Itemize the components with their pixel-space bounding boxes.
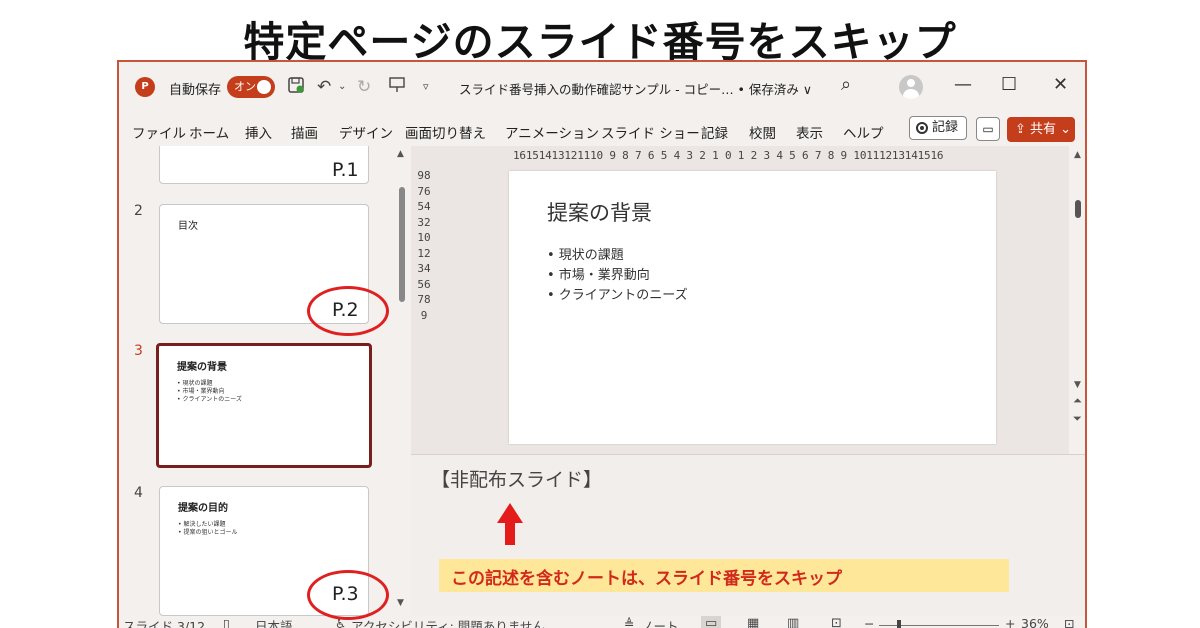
zoom-slider-handle[interactable] bbox=[897, 620, 901, 628]
avatar[interactable] bbox=[899, 75, 923, 99]
zoom-out-icon[interactable]: − bbox=[864, 616, 874, 628]
previous-slide-icon[interactable]: ⏶ bbox=[1073, 394, 1082, 408]
normal-view-icon[interactable]: ▭ bbox=[701, 616, 722, 628]
redo-icon[interactable]: ↻ bbox=[357, 76, 371, 98]
thumbnail-slide-1[interactable]: P.1 bbox=[159, 146, 369, 184]
annotation-callout: この記述を含むノートは、スライド番号をスキップ bbox=[439, 559, 1009, 592]
editor-scroll-down-icon[interactable]: ▼ bbox=[1074, 380, 1081, 390]
slide-bullet[interactable]: • 現状の課題 bbox=[547, 244, 624, 263]
slide-thumbnail-pane: P.1 2 目次 P.2 3 提案の背景 • 現状の課題 • 市場・業界動向 •… bbox=[119, 146, 411, 628]
tab-slideshow[interactable]: スライド ショー bbox=[601, 122, 700, 142]
current-slide[interactable]: 提案の背景 • 現状の課題 • 市場・業界動向 • クライアントのニーズ bbox=[509, 171, 996, 444]
slide-editor: 16151413121110 9 8 7 6 5 4 3 2 1 0 1 2 3… bbox=[411, 146, 1069, 454]
document-title[interactable]: スライド番号挿入の動作確認サンプル - コピー… • 保存済み ∨ bbox=[459, 79, 812, 98]
undo-icon[interactable]: ↶ bbox=[317, 76, 331, 98]
slide-bullet[interactable]: • クライアントのニーズ bbox=[547, 284, 688, 303]
slide-number-2: 2 bbox=[134, 203, 143, 219]
present-icon[interactable] bbox=[389, 76, 405, 100]
tab-design[interactable]: デザイン bbox=[339, 122, 393, 142]
slide-sorter-icon[interactable]: ▦ bbox=[747, 616, 759, 628]
title-bar: P 自動保存 オン ↶ ⌄ ↻ ▿ スライド番号挿入の動作確認サンプル - コピ… bbox=[119, 62, 1085, 112]
search-icon[interactable]: ⌕ bbox=[841, 74, 851, 95]
tab-review[interactable]: 校閲 bbox=[749, 122, 776, 142]
share-button-label: 共有 ⌄ bbox=[1030, 122, 1072, 137]
zoom-in-icon[interactable]: + bbox=[1005, 616, 1015, 628]
notes-toggle-button[interactable]: ノート bbox=[641, 616, 679, 628]
thumbnail-title: 提案の目的 bbox=[178, 503, 228, 514]
banner-title: 特定ページのスライド番号をスキップ bbox=[243, 18, 957, 66]
thumbnail-title: 提案の背景 bbox=[177, 362, 227, 373]
tab-record[interactable]: 記録 bbox=[701, 122, 728, 142]
powerpoint-app-icon: P bbox=[135, 77, 155, 97]
notes-icon: ≜ bbox=[624, 616, 635, 628]
next-slide-icon[interactable]: ⏷ bbox=[1073, 412, 1082, 426]
thumbnail-slide-3[interactable]: 提案の背景 • 現状の課題 • 市場・業界動向 • クライアントのニーズ bbox=[156, 343, 372, 468]
close-button[interactable]: ✕ bbox=[1053, 74, 1068, 95]
record-button-label: 記録 bbox=[932, 120, 959, 135]
tab-home[interactable]: ホーム bbox=[189, 122, 229, 142]
accessibility-icon: ♿ bbox=[335, 616, 347, 628]
save-icon[interactable] bbox=[287, 76, 305, 100]
slide-bullet[interactable]: • 市場・業界動向 bbox=[547, 264, 650, 283]
slide-counter: スライド 3/12 bbox=[123, 619, 206, 628]
thumbnail-pane-scrollbar[interactable] bbox=[399, 187, 405, 302]
minimize-button[interactable]: — bbox=[954, 74, 972, 95]
status-bar: スライド 3/12 ▯ 日本語 ♿ アクセシビリティ: 問題ありません ≜ ノー… bbox=[119, 616, 1085, 628]
red-arrow-icon bbox=[497, 503, 523, 545]
book-icon[interactable]: ▯ bbox=[223, 616, 230, 628]
editor-scrollbar[interactable] bbox=[1075, 200, 1081, 218]
tab-animations[interactable]: アニメーション bbox=[505, 122, 599, 142]
slide-number-4: 4 bbox=[134, 485, 143, 501]
slide-title[interactable]: 提案の背景 bbox=[547, 197, 652, 227]
tab-help[interactable]: ヘルプ bbox=[843, 122, 884, 142]
autosave-toggle-label: オン bbox=[234, 80, 256, 93]
slideshow-view-icon[interactable]: ⊡ bbox=[831, 616, 842, 628]
record-button[interactable]: 記録 bbox=[909, 116, 967, 140]
notes-text[interactable]: 【非配布スライド】 bbox=[431, 465, 602, 492]
thumbnail-bullet: • クライアントのニーズ bbox=[177, 396, 242, 403]
highlight-circle bbox=[307, 570, 389, 620]
maximize-button[interactable]: ☐ bbox=[1001, 74, 1017, 95]
thumbnail-title: 目次 bbox=[178, 221, 198, 232]
scroll-down-arrow-icon[interactable]: ▼ bbox=[397, 598, 404, 608]
scroll-up-arrow-icon[interactable]: ▲ bbox=[397, 149, 404, 159]
tab-transitions[interactable]: 画面切り替え bbox=[405, 122, 486, 142]
powerpoint-window: P 自動保存 オン ↶ ⌄ ↻ ▿ スライド番号挿入の動作確認サンプル - コピ… bbox=[117, 60, 1087, 628]
tab-insert[interactable]: 挿入 bbox=[245, 122, 272, 142]
horizontal-ruler: 16151413121110 9 8 7 6 5 4 3 2 1 0 1 2 3… bbox=[513, 149, 944, 162]
slide-number-3: 3 bbox=[134, 343, 143, 359]
customize-toolbar-icon[interactable]: ▿ bbox=[423, 76, 429, 98]
editor-scroll-up-icon[interactable]: ▲ bbox=[1074, 150, 1081, 160]
fit-to-window-icon[interactable]: ⊡ bbox=[1064, 616, 1074, 628]
zoom-level[interactable]: 36% bbox=[1021, 616, 1049, 628]
share-icon: ⇪ bbox=[1015, 122, 1026, 137]
comment-icon[interactable]: ▭ bbox=[976, 117, 1000, 141]
callout-text: この記述を含むノートは、スライド番号をスキップ bbox=[451, 569, 842, 589]
page-number-label: P.1 bbox=[332, 159, 359, 181]
vertical-ruler: 9876543210123456789 bbox=[417, 169, 431, 322]
autosave-label: 自動保存 bbox=[169, 83, 222, 98]
share-button[interactable]: ⇪ 共有 ⌄ bbox=[1007, 117, 1075, 142]
autosave-toggle[interactable]: オン bbox=[227, 76, 275, 98]
record-icon bbox=[916, 122, 928, 134]
tab-file[interactable]: ファイル bbox=[132, 122, 186, 142]
highlight-circle bbox=[307, 286, 389, 336]
tab-draw[interactable]: 描画 bbox=[291, 122, 318, 142]
language-status[interactable]: 日本語 bbox=[255, 616, 293, 628]
tab-view[interactable]: 表示 bbox=[796, 122, 823, 142]
notes-pane[interactable]: 【非配布スライド】 この記述を含むノートは、スライド番号をスキップ bbox=[411, 454, 1085, 616]
toggle-knob bbox=[257, 80, 271, 94]
reading-view-icon[interactable]: ▥ bbox=[787, 616, 799, 628]
thumbnail-bullet: • 提案の狙いとゴール bbox=[178, 529, 238, 536]
accessibility-status[interactable]: アクセシビリティ: 問題ありません bbox=[351, 616, 545, 628]
undo-dropdown-icon[interactable]: ⌄ bbox=[338, 76, 346, 98]
